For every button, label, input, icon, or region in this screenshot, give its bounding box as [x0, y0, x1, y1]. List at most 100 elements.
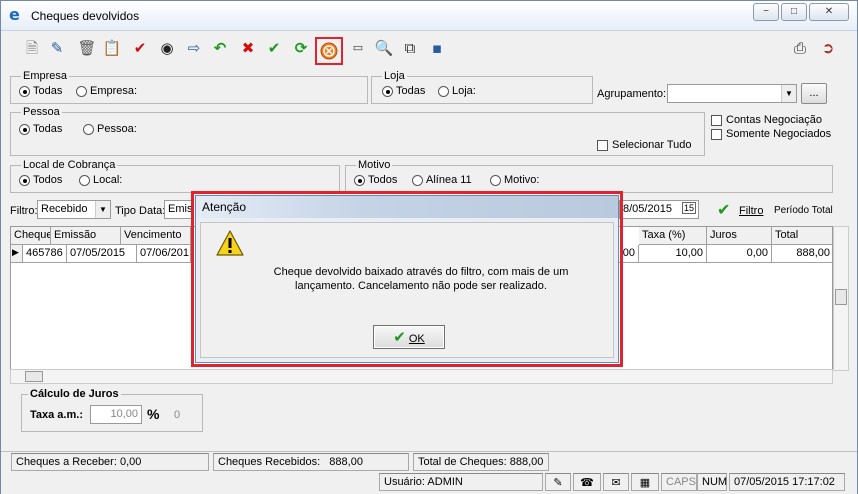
close-button[interactable]: ✕	[809, 3, 849, 21]
loja-title: Loja	[382, 70, 407, 82]
juros-zero-label: 0	[174, 409, 181, 421]
pessoa-all-radio[interactable]: Todas	[19, 123, 62, 135]
col-taxa[interactable]: Taxa (%)	[639, 227, 707, 245]
phone-icon[interactable]: ☎	[573, 473, 601, 491]
zoom-icon[interactable]: 🔍	[373, 37, 395, 59]
cell-vencimento: 07/06/201	[137, 245, 191, 263]
hscroll-thumb[interactable]	[25, 371, 43, 382]
minimize-button[interactable]: −	[753, 3, 779, 21]
a-receber-panel: Cheques a Receber: 0,00	[11, 453, 209, 471]
ok-check-icon: ✔	[393, 328, 406, 346]
motivo-one-radio[interactable]: Motivo:	[490, 174, 539, 186]
notes-icon[interactable]: ✎	[545, 473, 571, 491]
empresa-title: Empresa	[21, 70, 70, 82]
pessoa-one-radio[interactable]: Pessoa:	[83, 123, 137, 135]
new-document-icon[interactable]: 🗎	[21, 37, 43, 59]
loja-group: Loja Todas Loja:	[371, 70, 593, 104]
motivo-group: Motivo Todos Alínea 11 Motivo:	[345, 159, 833, 193]
datetime-panel: 07/05/2015 17:17:02	[729, 473, 845, 491]
grid-vertical-scrollbar[interactable]	[833, 226, 849, 371]
exit-icon[interactable]: ➲	[817, 37, 839, 59]
col-vencimento[interactable]: Vencimento	[121, 227, 191, 245]
chevron-down-icon: ▼	[781, 85, 796, 102]
agrupamento-label: Agrupamento:	[597, 88, 667, 100]
main-window: e Cheques devolvidos − □ ✕ 🗎 ✎ 🗑 📋 ✔ ◉ ⇨…	[0, 0, 858, 494]
export-icon[interactable]: ⇨	[183, 37, 205, 59]
dialog-body: Cheque devolvido baixado através do filt…	[200, 222, 614, 358]
calculator-icon[interactable]: ▦	[631, 473, 659, 491]
cell-total: 888,00	[772, 245, 832, 263]
periodo-total-button[interactable]: Período Total	[774, 205, 833, 216]
col-cheque[interactable]: Cheque	[11, 227, 51, 245]
usuario-panel: Usuário: ADMIN	[379, 473, 543, 491]
col-emissao[interactable]: Emissão	[51, 227, 121, 245]
grid-horizontal-scrollbar[interactable]	[10, 369, 833, 384]
title-bar: e Cheques devolvidos − □ ✕	[1, 1, 857, 31]
filtro-label: Filtro:	[10, 205, 38, 217]
pessoa-title: Pessoa	[21, 106, 62, 118]
scroll-thumb[interactable]	[835, 289, 847, 305]
undo-icon[interactable]: ↶	[209, 37, 231, 59]
delete-icon[interactable]: 🗑	[76, 37, 98, 59]
cancel-icon[interactable]: ✖	[237, 37, 259, 59]
col-juros[interactable]: Juros	[707, 227, 772, 245]
loja-all-radio[interactable]: Todas	[382, 85, 425, 97]
maximize-button[interactable]: □	[781, 3, 807, 21]
grid-header: Cheque Emissão Vencimento	[11, 227, 191, 245]
empresa-one-radio[interactable]: Empresa:	[76, 85, 137, 97]
mail-icon[interactable]: ✉	[603, 473, 629, 491]
somente-negociados-checkbox[interactable]: Somente Negociados	[711, 128, 831, 140]
local-one-radio[interactable]: Local:	[79, 174, 122, 186]
pessoa-group: Pessoa Todas Pessoa: Selecionar Tudo	[10, 106, 705, 156]
local-cobranca-title: Local de Cobrança	[21, 159, 118, 171]
chevron-down-icon: ▼	[95, 201, 110, 218]
row-indicator-icon: ▶	[11, 245, 23, 263]
filtro-button[interactable]: Filtro	[739, 205, 763, 217]
edit-icon[interactable]: ✎	[46, 37, 68, 59]
report-icon[interactable]: ▭	[347, 37, 369, 59]
confirm-icon[interactable]: ✔	[263, 37, 285, 59]
taxa-field[interactable]: 10,00	[90, 405, 142, 424]
calculo-juros-group: Cálculo de Juros Taxa a.m.: 10,00 % 0	[21, 388, 203, 432]
cell-taxa: 10,00	[639, 245, 707, 263]
date-end-field[interactable]: 8/05/2015 15	[619, 200, 699, 219]
selecionar-tudo-checkbox[interactable]: Selecionar Tudo	[597, 139, 692, 151]
motivo-all-radio[interactable]: Todos	[354, 174, 397, 186]
filter-check-icon: ✔	[717, 200, 731, 219]
attention-dialog: Atenção Cheque devolvido baixado através…	[195, 195, 619, 363]
empresa-group: Empresa Todas Empresa:	[10, 70, 368, 104]
binoculars-icon[interactable]: ◉	[156, 37, 178, 59]
cell-cheque: 465786	[23, 245, 67, 263]
loja-one-radio[interactable]: Loja:	[438, 85, 476, 97]
copy-icon[interactable]: ⧉	[399, 37, 421, 59]
cancel-settlement-icon[interactable]	[315, 37, 343, 65]
cell-juros: 0,00	[707, 245, 772, 263]
check-red-icon[interactable]: ✔	[129, 37, 151, 59]
percent-label: %	[147, 406, 160, 422]
printer-icon[interactable]: ⎙	[789, 37, 811, 59]
refresh-icon[interactable]: ⟳	[290, 37, 312, 59]
table-row[interactable]: ▶ 465786 07/05/2015 07/06/201	[11, 245, 191, 263]
app-icon: e	[9, 5, 20, 24]
num-indicator: NUM	[697, 473, 727, 491]
tipo-data-select[interactable]: Emiss	[164, 200, 194, 219]
agrupamento-select[interactable]: ▼	[667, 84, 797, 103]
calculo-juros-title: Cálculo de Juros	[28, 388, 121, 400]
contas-negociacao-checkbox[interactable]: Contas Negociação	[711, 114, 822, 126]
print-preview-icon[interactable]: 📋	[101, 37, 123, 59]
ok-button[interactable]: ✔ OK	[373, 325, 445, 349]
cell-emissao: 07/05/2015	[67, 245, 137, 263]
totals-bar: Cheques a Receber: 0,00 Cheques Recebido…	[1, 451, 857, 473]
local-all-radio[interactable]: Todos	[19, 174, 62, 186]
window-title: Cheques devolvidos	[31, 9, 140, 23]
agrupamento-button[interactable]: ...	[801, 83, 827, 104]
motivo-alinea-radio[interactable]: Alínea 11	[412, 174, 472, 186]
eraser-icon[interactable]: ▪	[426, 37, 448, 59]
filtro-select[interactable]: Recebido ▼	[37, 200, 111, 219]
table-row-right[interactable]: ,00 10,00 0,00 888,00	[611, 245, 832, 263]
dialog-title: Atenção	[196, 196, 618, 218]
calendar-icon: 15	[681, 202, 696, 214]
col-total[interactable]: Total	[772, 227, 832, 245]
local-cobranca-group: Local de Cobrança Todos Local:	[10, 159, 340, 193]
empresa-all-radio[interactable]: Todas	[19, 85, 62, 97]
